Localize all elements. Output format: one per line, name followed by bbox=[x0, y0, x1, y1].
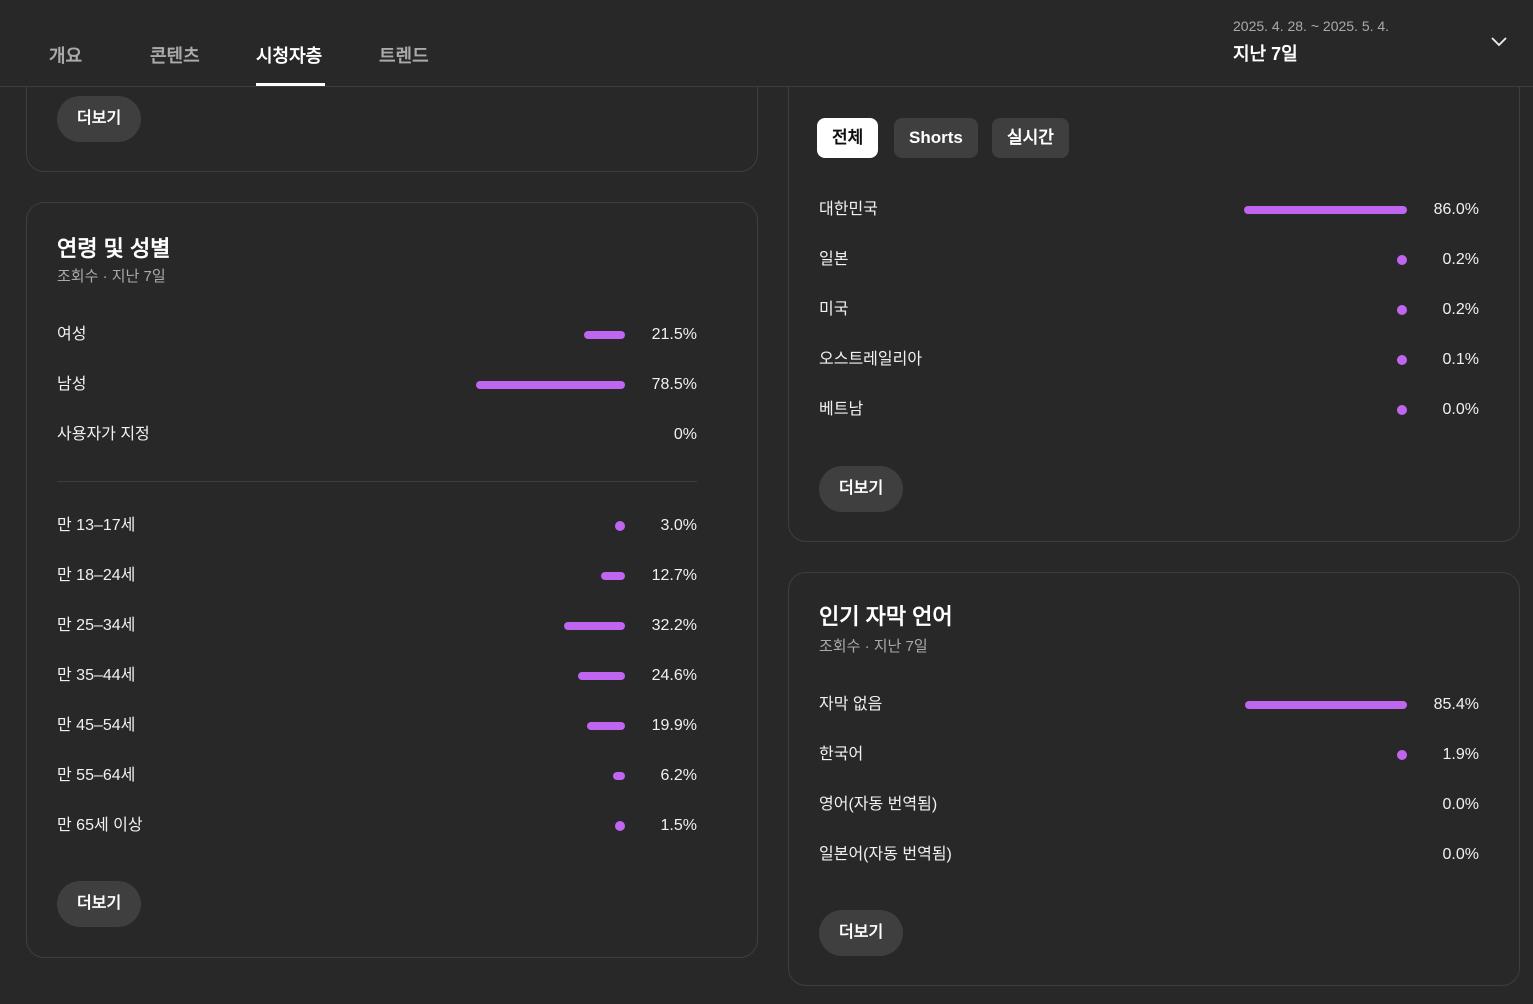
row-value: 6.2% bbox=[660, 767, 697, 784]
row-label: 만 65세 이상 bbox=[57, 817, 143, 834]
geography-row: 미국 0.2% bbox=[819, 298, 1479, 322]
row-value: 0.2% bbox=[1442, 251, 1479, 268]
row-label: 만 55–64세 bbox=[57, 767, 136, 784]
row-value: 86.0% bbox=[1433, 201, 1479, 218]
row-bar bbox=[600, 572, 625, 580]
row-bar bbox=[1397, 750, 1407, 760]
gender-row-custom: 사용자가 지정 0% bbox=[57, 423, 697, 447]
row-value: 0% bbox=[673, 426, 697, 443]
age-row: 만 65세 이상 1.5% bbox=[57, 814, 697, 838]
subtitle-language-card: 인기 자막 언어 조회수 · 지난 7일 자막 없음 85.4% 한국어 1.9… bbox=[788, 572, 1520, 986]
age-row: 만 13–17세 3.0% bbox=[57, 514, 697, 538]
geography-row: 오스트레일리아 0.1% bbox=[819, 348, 1479, 372]
tab-overview[interactable]: 개요 bbox=[49, 42, 82, 68]
geography-row: 대한민국 86.0% bbox=[819, 198, 1479, 222]
geography-row: 베트남 0.0% bbox=[819, 398, 1479, 422]
subtitle-language-row: 일본어(자동 번역됨) 0.0% bbox=[819, 843, 1479, 867]
row-label: 영어(자동 번역됨) bbox=[819, 796, 938, 813]
row-bar bbox=[1397, 355, 1407, 365]
subtitle-language-row: 한국어 1.9% bbox=[819, 743, 1479, 767]
divider bbox=[57, 481, 697, 482]
row-bar bbox=[475, 381, 625, 389]
row-label: 한국어 bbox=[819, 746, 864, 763]
more-button[interactable]: 더보기 bbox=[57, 96, 142, 142]
age-row: 만 45–54세 19.9% bbox=[57, 714, 697, 738]
row-bar bbox=[613, 772, 625, 780]
date-range[interactable]: 2025. 4. 28. ~ 2025. 5. 4. bbox=[1233, 18, 1389, 34]
gender-row-female: 여성 21.5% bbox=[57, 323, 697, 347]
row-label: 자막 없음 bbox=[819, 696, 883, 713]
row-bar bbox=[1397, 255, 1407, 265]
row-label: 여성 bbox=[57, 326, 87, 343]
row-label: 오스트레일리아 bbox=[819, 351, 923, 368]
age-row: 만 55–64세 6.2% bbox=[57, 764, 697, 788]
row-bar bbox=[1397, 305, 1407, 315]
filter-chip-live[interactable]: 실시간 bbox=[992, 118, 1069, 158]
row-value: 24.6% bbox=[651, 667, 697, 684]
row-label: 미국 bbox=[819, 301, 849, 318]
age-gender-card: 연령 및 성별 조회수 · 지난 7일 여성 21.5% 남성 78.5% 사용… bbox=[26, 202, 758, 958]
card-subtitle: 조회수 · 지난 7일 bbox=[57, 268, 166, 285]
row-value: 0.0% bbox=[1442, 401, 1479, 418]
more-button[interactable]: 더보기 bbox=[57, 881, 142, 927]
row-bar bbox=[615, 821, 625, 831]
row-value: 1.5% bbox=[660, 817, 697, 834]
filter-chip-shorts[interactable]: Shorts bbox=[894, 118, 978, 158]
geography-row: 일본 0.2% bbox=[819, 248, 1479, 272]
row-value: 0.0% bbox=[1442, 846, 1479, 863]
row-value: 78.5% bbox=[651, 376, 697, 393]
top-bar: 개요 콘텐츠 시청자층 트렌드 2025. 4. 28. ~ 2025. 5. … bbox=[0, 0, 1533, 87]
row-bar bbox=[587, 722, 625, 730]
card-subtitle: 조회수 · 지난 7일 bbox=[819, 638, 928, 655]
row-label: 일본 bbox=[819, 251, 849, 268]
tab-trends[interactable]: 트렌드 bbox=[379, 42, 429, 68]
row-value: 0.2% bbox=[1442, 301, 1479, 318]
row-label: 대한민국 bbox=[819, 201, 878, 218]
row-value: 19.9% bbox=[651, 717, 697, 734]
row-label: 만 35–44세 bbox=[57, 667, 136, 684]
row-value: 3.0% bbox=[660, 517, 697, 534]
period-label[interactable]: 지난 7일 bbox=[1233, 40, 1298, 66]
row-bar bbox=[1244, 701, 1407, 709]
row-bar bbox=[578, 672, 625, 680]
row-label: 만 45–54세 bbox=[57, 717, 136, 734]
geography-card: 전체 Shorts 실시간 대한민국 86.0% 일본 0.2% 미국 0.2%… bbox=[788, 40, 1520, 542]
row-label: 만 25–34세 bbox=[57, 617, 136, 634]
tab-audience[interactable]: 시청자층 bbox=[256, 42, 322, 68]
tab-content[interactable]: 콘텐츠 bbox=[150, 42, 200, 68]
more-button[interactable]: 더보기 bbox=[819, 466, 904, 512]
filter-chip-all[interactable]: 전체 bbox=[817, 118, 879, 158]
row-bar bbox=[615, 521, 625, 531]
card-title: 연령 및 성별 bbox=[57, 236, 171, 261]
row-value: 85.4% bbox=[1433, 696, 1479, 713]
gender-row-male: 남성 78.5% bbox=[57, 373, 697, 397]
subtitle-language-row: 자막 없음 85.4% bbox=[819, 693, 1479, 717]
row-bar bbox=[1243, 206, 1407, 214]
row-label: 만 13–17세 bbox=[57, 517, 136, 534]
row-label: 일본어(자동 번역됨) bbox=[819, 846, 952, 863]
card-title: 인기 자막 언어 bbox=[819, 604, 953, 629]
active-tab-indicator bbox=[256, 83, 325, 86]
row-value: 12.7% bbox=[651, 567, 697, 584]
row-value: 0.1% bbox=[1442, 351, 1479, 368]
row-label: 사용자가 지정 bbox=[57, 426, 150, 443]
more-button[interactable]: 더보기 bbox=[819, 910, 904, 956]
row-bar bbox=[563, 622, 625, 630]
row-value: 32.2% bbox=[651, 617, 697, 634]
row-value: 21.5% bbox=[651, 326, 697, 343]
row-value: 0.0% bbox=[1442, 796, 1479, 813]
age-row: 만 18–24세 12.7% bbox=[57, 564, 697, 588]
age-row: 만 25–34세 32.2% bbox=[57, 614, 697, 638]
row-label: 만 18–24세 bbox=[57, 567, 136, 584]
row-label: 남성 bbox=[57, 376, 87, 393]
row-label: 베트남 bbox=[819, 401, 864, 418]
row-bar bbox=[584, 331, 625, 339]
age-row: 만 35–44세 24.6% bbox=[57, 664, 697, 688]
row-value: 1.9% bbox=[1442, 746, 1479, 763]
chevron-down-icon[interactable] bbox=[1490, 34, 1508, 48]
subtitle-language-row: 영어(자동 번역됨) 0.0% bbox=[819, 793, 1479, 817]
row-bar bbox=[1397, 405, 1407, 415]
